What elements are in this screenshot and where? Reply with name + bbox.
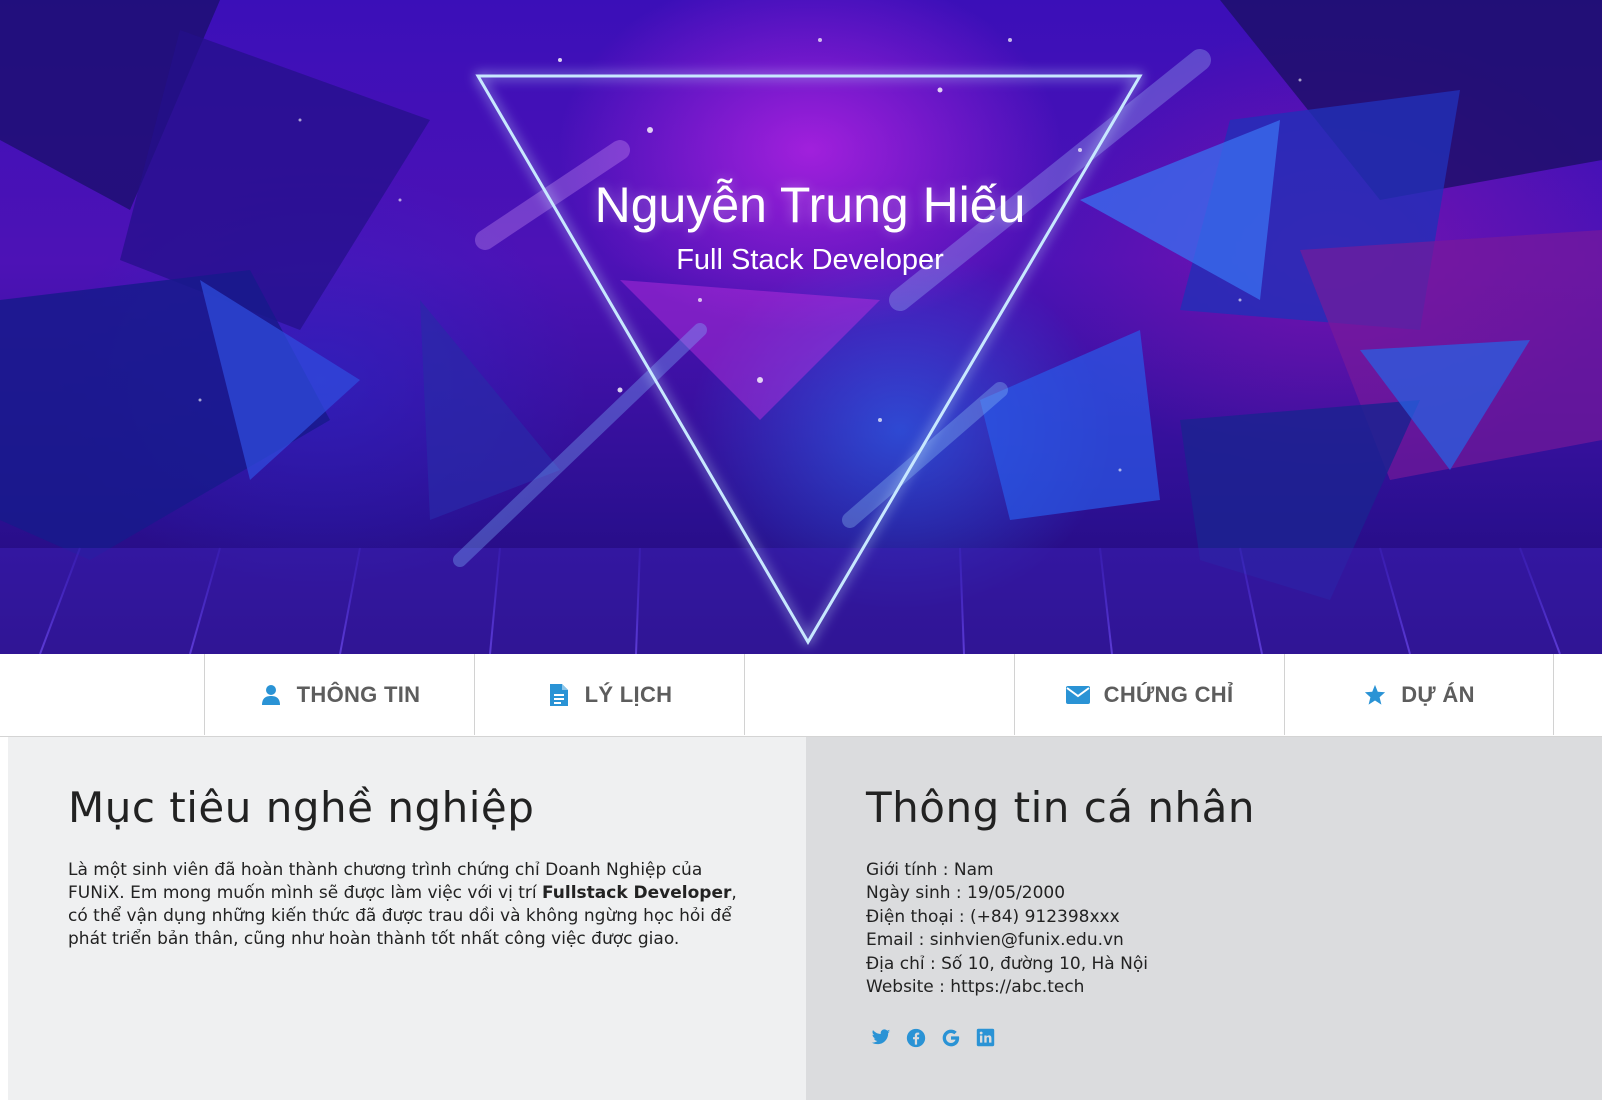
info-birthday: Ngày sinh : 19/05/2000 [866,883,1066,904]
nav-item-label: THÔNG TIN [296,681,421,707]
nav-item-label: DỰ ÁN [1401,681,1475,707]
linkedin-icon[interactable] [975,1027,996,1048]
social-links [870,1027,996,1048]
nav-item-empty[interactable] [744,654,1014,735]
star-icon [1363,683,1387,707]
nav-item-resume[interactable]: LÝ LỊCH [474,654,744,735]
envelope-icon [1065,683,1090,707]
hero-background [0,0,1602,654]
nav-item-projects[interactable]: DỰ ÁN [1284,654,1554,735]
facebook-icon[interactable] [905,1027,926,1048]
personal-info-list: Giới tính : Nam Ngày sinh : 19/05/2000 Đ… [866,859,1148,999]
info-address: Địa chỉ : Số 10, đường 10, Hà Nội [866,953,1148,974]
profile-role: Full Stack Developer [676,244,944,276]
career-objective-section: Mục tiêu nghề nghiệp Là một sinh viên đã… [8,737,806,1100]
nav-item-certificates[interactable]: CHỨNG CHỈ [1014,654,1284,735]
nav-item-label: CHỨNG CHỈ [1103,681,1234,707]
info-email: Email : sinhvien@funix.edu.vn [866,930,1124,951]
user-icon [259,683,283,707]
twitter-icon[interactable] [870,1027,891,1048]
info-phone: Điện thoại : (+84) 912398xxx [866,906,1120,927]
section-title: Mục tiêu nghề nghiệp [68,783,535,832]
objective-highlight: Fullstack Developer [542,883,732,903]
section-nav: THÔNG TIN LÝ LỊCH CHỨNG CHỈ DỰ ÁN [0,654,1602,737]
objective-text: Là một sinh viên đã hoàn thành chương tr… [68,860,737,949]
nav-item-label: LÝ LỊCH [584,681,673,707]
profile-name: Nguyễn Trung Hiếu [594,177,1026,233]
personal-info-section: Thông tin cá nhân Giới tính : Nam Ngày s… [806,737,1602,1100]
nav-item-info[interactable]: THÔNG TIN [204,654,474,735]
info-gender: Giới tính : Nam [866,860,994,880]
section-title: Thông tin cá nhân [866,783,1255,832]
document-icon [547,683,571,707]
info-website: Website : https://abc.tech [866,977,1085,998]
google-icon[interactable] [940,1027,961,1048]
hero-banner: Nguyễn Trung Hiếu Full Stack Developer [0,0,1602,654]
